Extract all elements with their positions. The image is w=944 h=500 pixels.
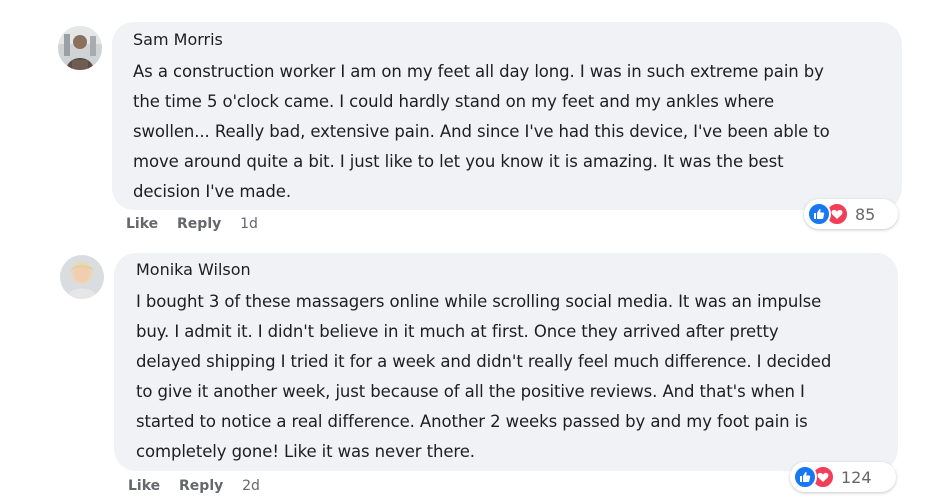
reaction-summary[interactable]: 85 (804, 199, 898, 229)
comment-line: decision I've made. (133, 182, 291, 201)
like-reaction-icon (793, 465, 817, 489)
comment-actions: Like Reply 1d (126, 216, 272, 232)
avatar-photo-icon (60, 255, 104, 299)
reaction-summary[interactable]: 124 (790, 462, 896, 492)
reaction-count: 85 (855, 204, 876, 224)
comment-line: swollen... Really bad, extensive pain. A… (133, 122, 830, 141)
comment-line: As a construction worker I am on my feet… (133, 62, 824, 81)
comment-line: move around quite a bit. I just like to … (133, 152, 784, 171)
comment-text: As a construction worker I am on my feet… (133, 57, 830, 207)
comment-author[interactable]: Sam Morris (133, 30, 223, 49)
comment-author[interactable]: Monika Wilson (136, 260, 251, 279)
reply-button[interactable]: Reply (179, 478, 223, 494)
like-button[interactable]: Like (128, 478, 160, 494)
comment-line: started to notice a real difference. Ano… (136, 412, 808, 431)
comment-timestamp[interactable]: 1d (240, 216, 258, 232)
like-reaction-icon (807, 202, 831, 226)
comment-line: buy. I admit it. I didn't believe in it … (136, 322, 779, 341)
comment-timestamp[interactable]: 2d (242, 478, 260, 494)
comment-line: delayed shipping I tried it for a week a… (136, 352, 832, 371)
avatar-photo-icon (58, 26, 102, 70)
like-button[interactable]: Like (126, 216, 158, 232)
comment-text: I bought 3 of these massagers online whi… (136, 287, 831, 467)
avatar[interactable] (60, 255, 104, 299)
comment-line: the time 5 o'clock came. I could hardly … (133, 92, 775, 111)
comment-line: to give it another week, just because of… (136, 382, 805, 401)
avatar[interactable] (58, 26, 102, 70)
reply-button[interactable]: Reply (177, 216, 221, 232)
comment-actions: Like Reply 2d (128, 478, 274, 494)
reaction-count: 124 (841, 467, 872, 487)
comment-line: I bought 3 of these massagers online whi… (136, 292, 822, 311)
comment-line: completely gone! Like it was never there… (136, 442, 475, 461)
